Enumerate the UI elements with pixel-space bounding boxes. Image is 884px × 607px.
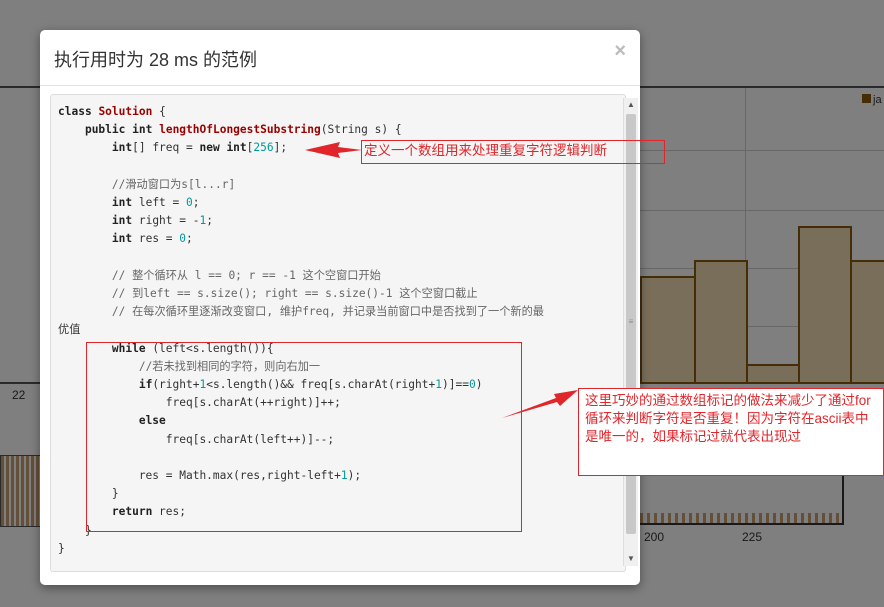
array-annotation-box: 定义一个数组用来处理重复字符逻辑判断 (361, 140, 665, 164)
arrow-icon (305, 142, 362, 158)
loop-annotation-box: 这里巧妙的通过数组标记的做法来减少了通过for循环来判断字符是否重复！因为字符在… (578, 388, 884, 476)
loop-highlight-box (86, 342, 522, 532)
loop-annotation-text: 这里巧妙的通过数组标记的做法来减少了通过for循环来判断字符是否重复！因为字符在… (585, 393, 871, 444)
array-annotation-text: 定义一个数组用来处理重复字符逻辑判断 (364, 143, 607, 158)
